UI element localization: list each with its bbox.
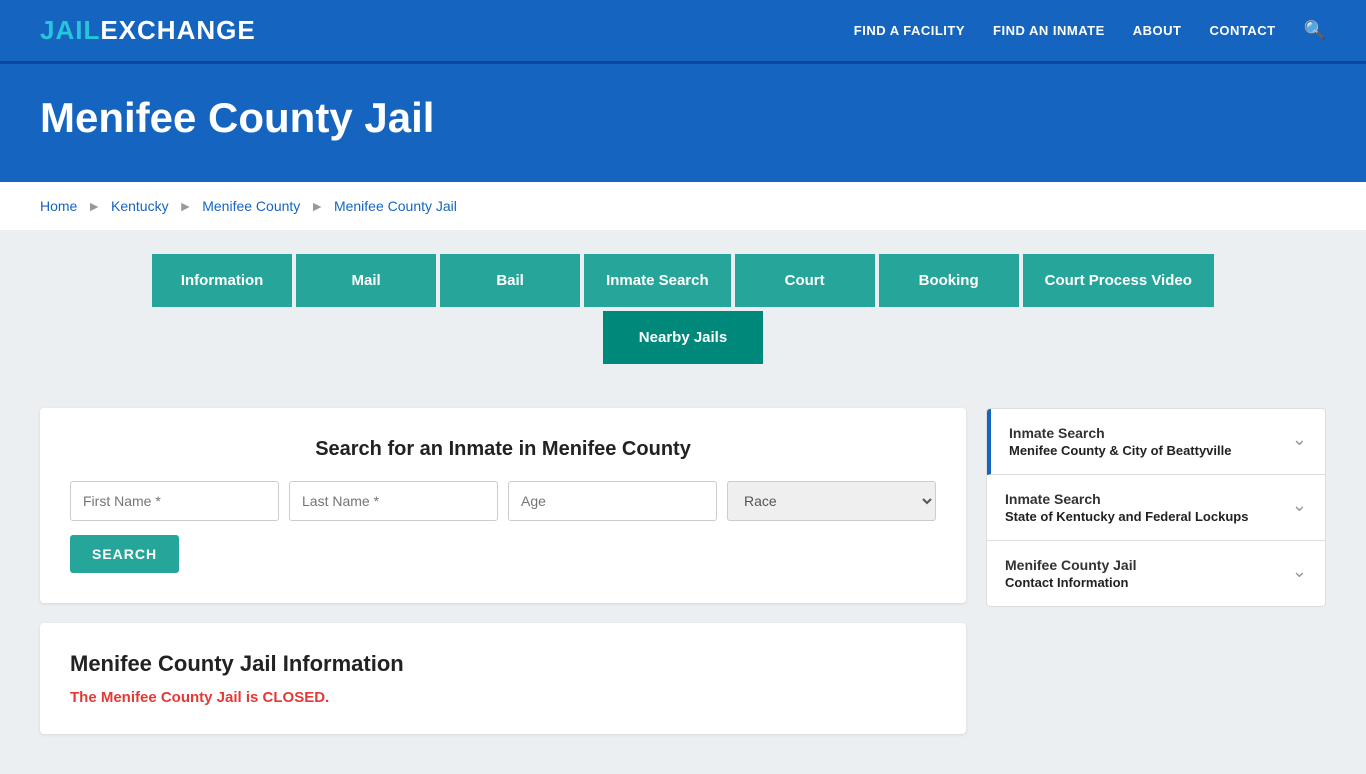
tab-information[interactable]: Information (152, 254, 292, 307)
breadcrumb-home[interactable]: Home (40, 198, 77, 214)
search-button[interactable]: SEARCH (70, 535, 179, 573)
logo[interactable]: JAILEXCHANGE (40, 15, 256, 46)
chevron-down-icon-menifee: ⌄ (1292, 429, 1307, 450)
tab-nearby-jails[interactable]: Nearby Jails (603, 311, 763, 364)
sidebar-item-title-menifee: Inmate Search (1009, 425, 1231, 441)
search-icon[interactable]: 🔍 (1304, 20, 1326, 41)
tab-bail[interactable]: Bail (440, 254, 580, 307)
race-select[interactable]: Race White Black Hispanic Asian Other (727, 481, 936, 521)
chevron-down-icon-kentucky: ⌄ (1292, 495, 1307, 516)
search-fields: Race White Black Hispanic Asian Other (70, 481, 936, 521)
info-card: Menifee County Jail Information The Meni… (40, 623, 966, 734)
nav-contact[interactable]: CONTACT (1209, 23, 1275, 38)
closed-notice: The Menifee County Jail is CLOSED. (70, 689, 936, 706)
tab-court-process-video[interactable]: Court Process Video (1023, 254, 1214, 307)
info-card-title: Menifee County Jail Information (70, 651, 936, 677)
sidebar-item-sub-contact: Contact Information (1005, 575, 1136, 590)
tab-booking[interactable]: Booking (879, 254, 1019, 307)
search-card-title: Search for an Inmate in Menifee County (70, 438, 936, 461)
nav-find-inmate[interactable]: FIND AN INMATE (993, 23, 1105, 38)
nav-find-facility[interactable]: FIND A FACILITY (854, 23, 965, 38)
sidebar-item-sub-menifee: Menifee County & City of Beattyville (1009, 443, 1231, 458)
sidebar-item-inmate-search-menifee[interactable]: Inmate Search Menifee County & City of B… (987, 409, 1325, 475)
tabs-row-1: Information Mail Bail Inmate Search Cour… (40, 254, 1326, 307)
inmate-search-card: Search for an Inmate in Menifee County R… (40, 408, 966, 603)
logo-exchange: EXCHANGE (100, 15, 255, 45)
sidebar-item-text-kentucky: Inmate Search State of Kentucky and Fede… (1005, 491, 1248, 524)
sidebar-item-sub-kentucky: State of Kentucky and Federal Lockups (1005, 509, 1248, 524)
breadcrumb-menifee-county[interactable]: Menifee County (202, 198, 300, 214)
logo-jail: JAIL (40, 15, 100, 45)
breadcrumb: Home ► Kentucky ► Menifee County ► Menif… (0, 182, 1366, 230)
page-title: Menifee County Jail (40, 94, 1326, 142)
left-column: Search for an Inmate in Menifee County R… (40, 408, 966, 734)
tabs-area: Information Mail Bail Inmate Search Cour… (0, 230, 1366, 388)
sidebar-item-title-contact: Menifee County Jail (1005, 557, 1136, 573)
age-input[interactable] (508, 481, 717, 521)
breadcrumb-current: Menifee County Jail (334, 198, 457, 214)
main-nav: FIND A FACILITY FIND AN INMATE ABOUT CON… (854, 20, 1326, 41)
chevron-down-icon-contact: ⌄ (1292, 561, 1307, 582)
sidebar-item-contact-info[interactable]: Menifee County Jail Contact Information … (987, 541, 1325, 606)
nav-about[interactable]: ABOUT (1133, 23, 1182, 38)
hero-section: Menifee County Jail (0, 64, 1366, 182)
tabs-row-2: Nearby Jails (40, 311, 1326, 388)
tab-court[interactable]: Court (735, 254, 875, 307)
sidebar-item-inmate-search-kentucky[interactable]: Inmate Search State of Kentucky and Fede… (987, 475, 1325, 541)
first-name-input[interactable] (70, 481, 279, 521)
breadcrumb-sep-2: ► (178, 198, 192, 214)
breadcrumb-sep-1: ► (87, 198, 101, 214)
header: JAILEXCHANGE FIND A FACILITY FIND AN INM… (0, 0, 1366, 64)
main-content: Search for an Inmate in Menifee County R… (0, 388, 1366, 774)
sidebar-item-text-menifee: Inmate Search Menifee County & City of B… (1009, 425, 1231, 458)
tab-inmate-search[interactable]: Inmate Search (584, 254, 731, 307)
last-name-input[interactable] (289, 481, 498, 521)
right-sidebar: Inmate Search Menifee County & City of B… (986, 408, 1326, 607)
breadcrumb-sep-3: ► (310, 198, 324, 214)
sidebar-item-text-contact: Menifee County Jail Contact Information (1005, 557, 1136, 590)
breadcrumb-kentucky[interactable]: Kentucky (111, 198, 169, 214)
tab-mail[interactable]: Mail (296, 254, 436, 307)
sidebar-item-title-kentucky: Inmate Search (1005, 491, 1248, 507)
